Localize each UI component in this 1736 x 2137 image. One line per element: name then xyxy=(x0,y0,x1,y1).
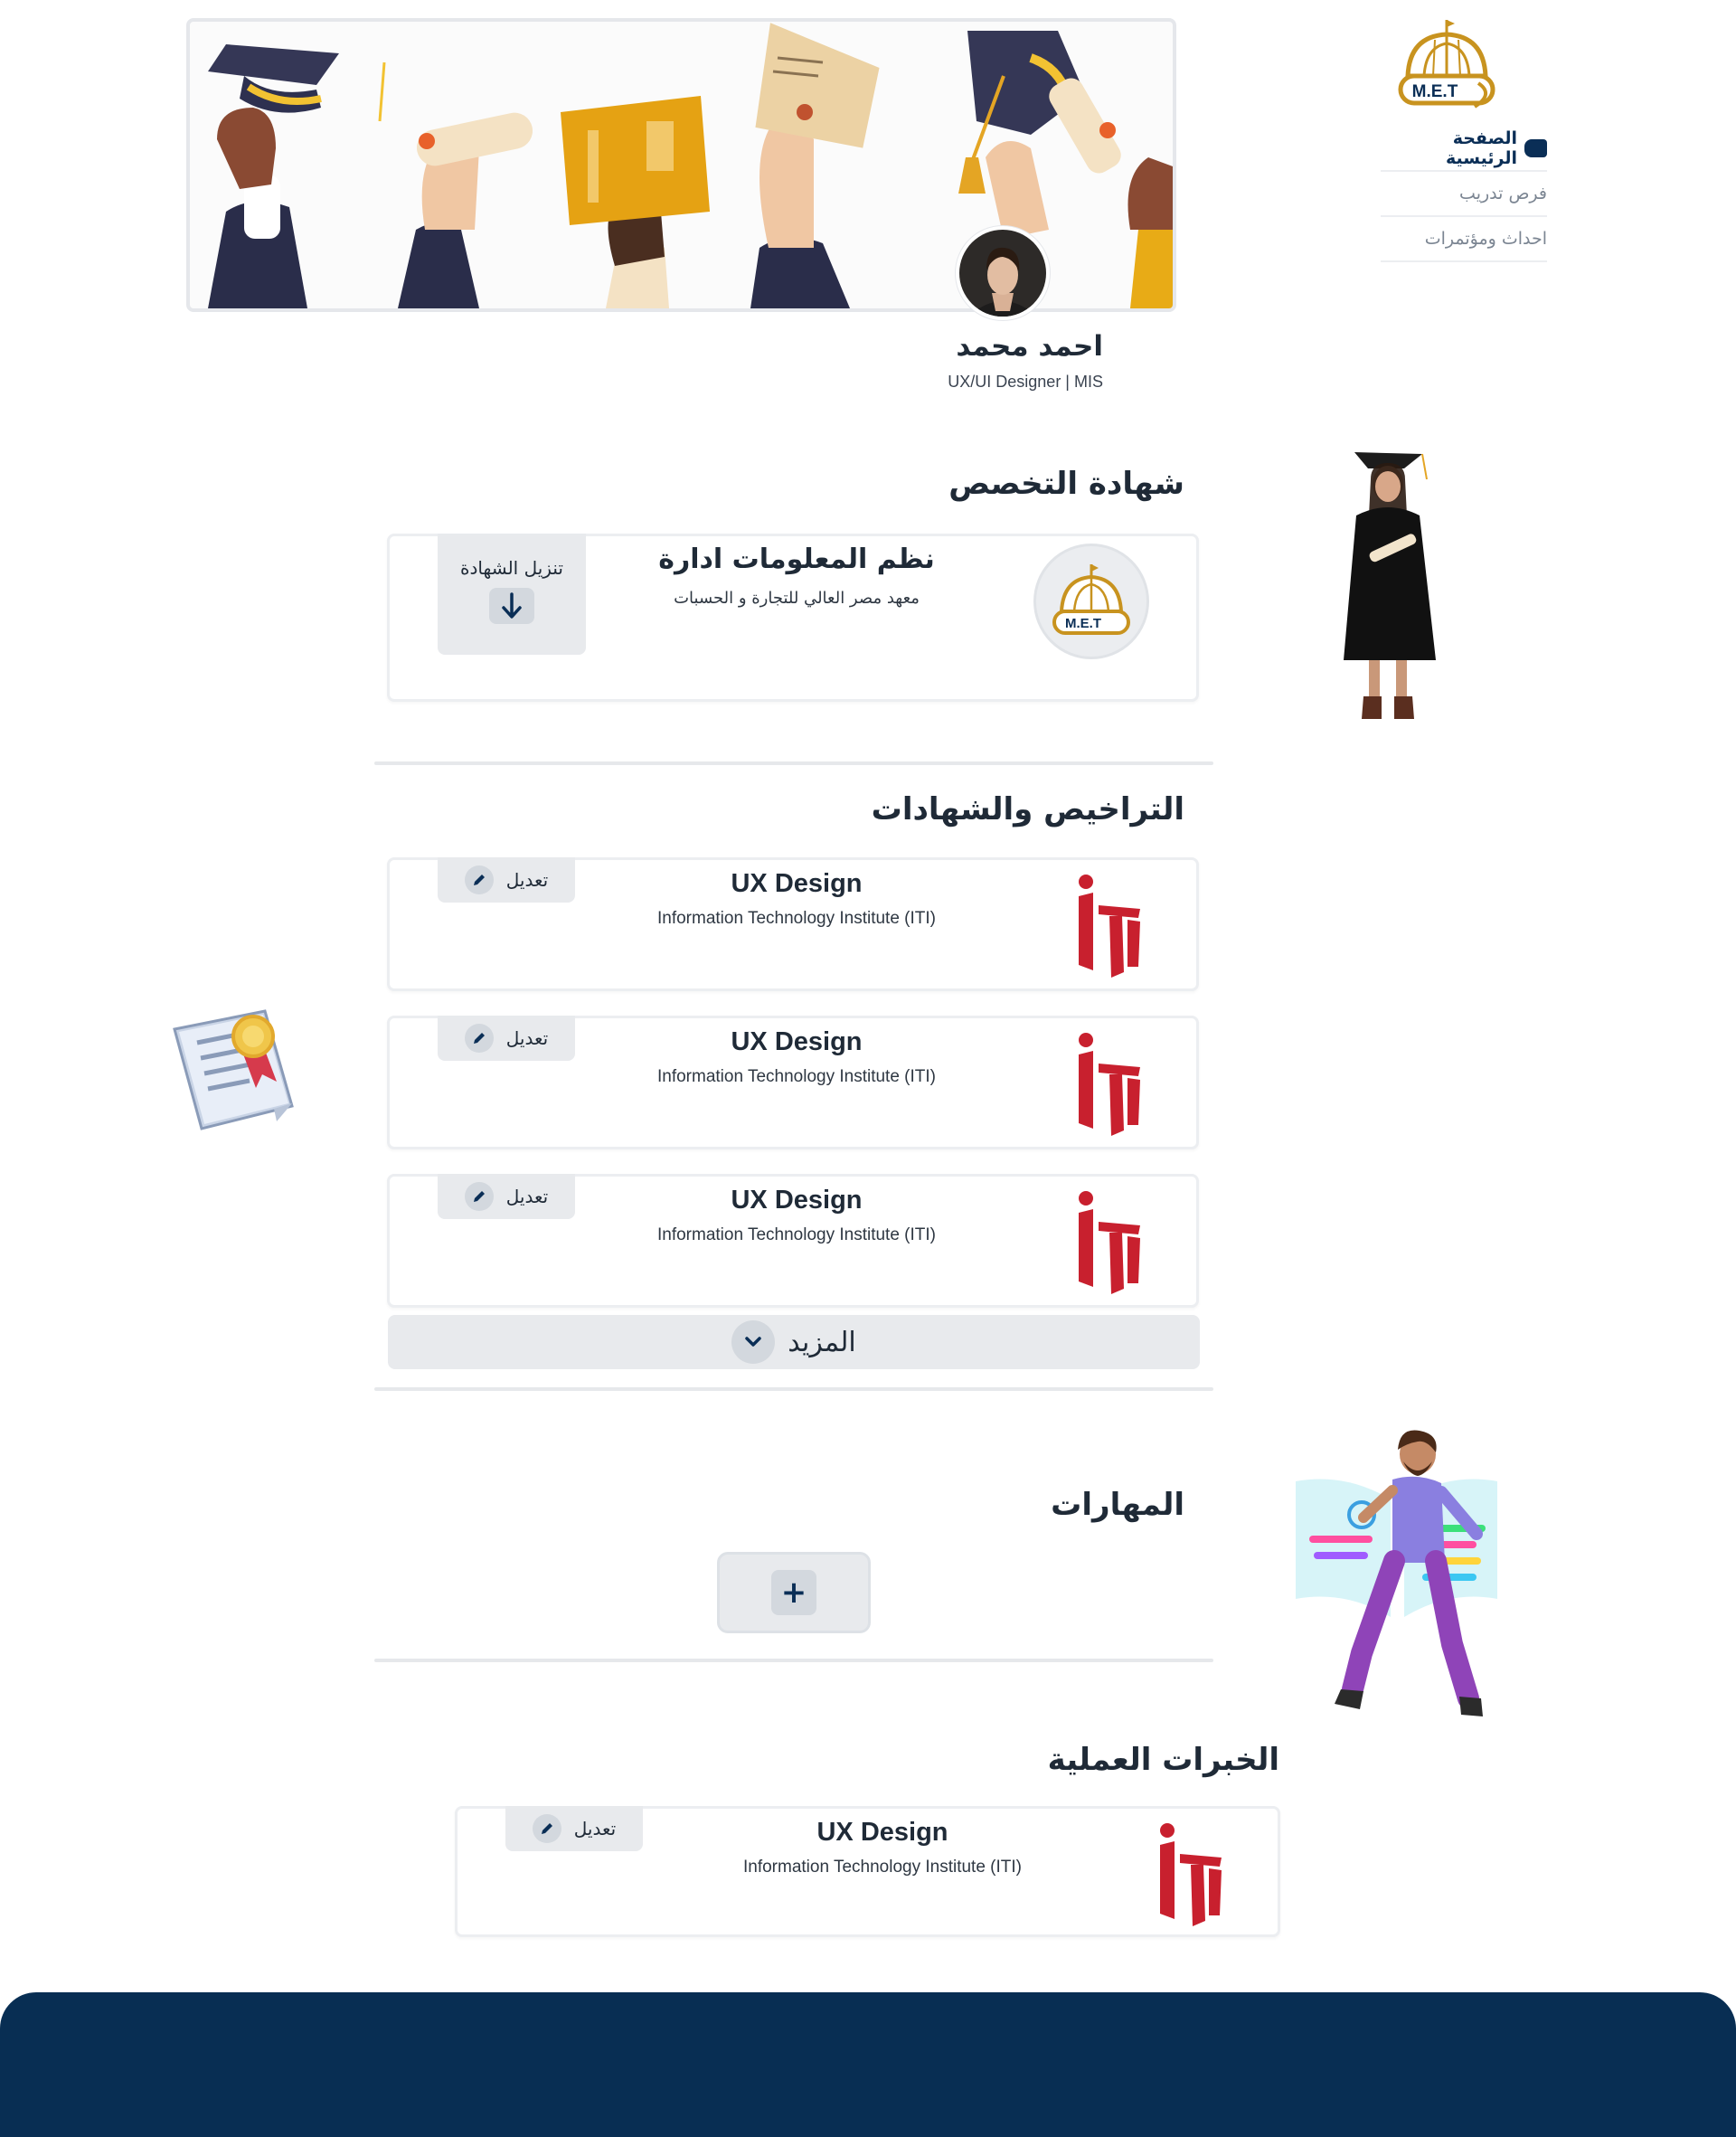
license-title: UX Design xyxy=(731,869,863,898)
plus-icon: + xyxy=(771,1570,816,1615)
edit-label: تعديل xyxy=(573,1818,617,1839)
graduate-illustration xyxy=(1336,443,1449,728)
sidebar-item-label: احداث ومؤتمرات xyxy=(1424,229,1547,249)
edit-label: تعديل xyxy=(505,1027,549,1049)
edit-button[interactable]: تعديل xyxy=(505,1806,643,1851)
download-certificate-button[interactable]: تنزيل الشهادة xyxy=(438,534,586,655)
iti-logo xyxy=(1062,865,1151,979)
pencil-icon xyxy=(532,1814,561,1843)
active-indicator-icon xyxy=(1524,139,1547,157)
license-org: Information Technology Institute (ITI) xyxy=(656,1067,937,1086)
license-org: Information Technology Institute (ITI) xyxy=(656,1225,937,1244)
specialization-card: M.E.T نظم المعلومات ادارة معهد مصر العال… xyxy=(387,534,1199,702)
license-org: Information Technology Institute (ITI) xyxy=(656,909,937,928)
met-logo[interactable]: M.E.T xyxy=(1388,16,1505,116)
license-card: UX Design Information Technology Institu… xyxy=(387,857,1199,991)
institute-logo: M.E.T xyxy=(1033,544,1149,659)
edit-label: تعديل xyxy=(505,869,549,891)
experience-title: الخبرات العملية xyxy=(1047,1742,1279,1778)
show-more-button[interactable]: المزيد xyxy=(388,1315,1200,1369)
sidebar-item-home[interactable]: الصفحة الرئيسية xyxy=(1381,127,1547,172)
experience-card: UX Design Information Technology Institu… xyxy=(455,1806,1280,1937)
iti-logo xyxy=(1144,1814,1232,1928)
certificate-illustration xyxy=(170,1002,310,1147)
edit-button[interactable]: تعديل xyxy=(438,857,575,903)
download-icon xyxy=(489,588,534,624)
institute-name: معهد مصر العالي للتجارة و الحسبات xyxy=(674,589,920,608)
license-title: UX Design xyxy=(731,1186,863,1215)
section-divider xyxy=(374,1387,1213,1391)
experience-title: UX Design xyxy=(816,1818,948,1847)
designer-illustration xyxy=(1291,1427,1499,1735)
licenses-title: التراخيص والشهادات xyxy=(871,791,1184,827)
license-card: UX Design Information Technology Institu… xyxy=(387,1174,1199,1308)
sidebar-item-label: فرص تدريب xyxy=(1459,184,1547,203)
specialization-title: شهادة التخصص xyxy=(948,466,1184,502)
iti-logo xyxy=(1062,1024,1151,1138)
section-divider xyxy=(374,761,1213,765)
pencil-icon xyxy=(464,1024,494,1053)
section-divider xyxy=(374,1659,1213,1662)
profile-role: UX/UI Designer | MIS xyxy=(948,373,1103,391)
iti-logo xyxy=(1062,1182,1151,1296)
footer xyxy=(0,1992,1736,2137)
skills-title: المهارات xyxy=(1051,1487,1184,1523)
license-title: UX Design xyxy=(731,1027,863,1056)
sidebar-nav: الصفحة الرئيسية فرص تدريب احداث ومؤتمرات xyxy=(1381,127,1547,262)
pencil-icon xyxy=(464,865,494,894)
degree-name: نظم المعلومات ادارة xyxy=(658,544,935,575)
edit-label: تعديل xyxy=(505,1186,549,1207)
pencil-icon xyxy=(464,1182,494,1211)
sidebar-item-training[interactable]: فرص تدريب xyxy=(1381,172,1547,217)
svg-text:M.E.T: M.E.T xyxy=(1065,616,1101,631)
sidebar-item-events[interactable]: احداث ومؤتمرات xyxy=(1381,217,1547,262)
avatar[interactable] xyxy=(956,226,1050,320)
chevron-down-icon xyxy=(731,1320,776,1364)
license-card: UX Design Information Technology Institu… xyxy=(387,1016,1199,1149)
experience-org: Information Technology Institute (ITI) xyxy=(742,1858,1023,1877)
edit-button[interactable]: تعديل xyxy=(438,1174,575,1219)
sidebar-item-label: الصفحة الرئيسية xyxy=(1446,128,1517,168)
show-more-label: المزيد xyxy=(788,1326,856,1358)
edit-button[interactable]: تعديل xyxy=(438,1016,575,1061)
profile-name: احمد محمد xyxy=(956,330,1103,363)
download-label: تنزيل الشهادة xyxy=(460,557,563,579)
add-skill-button[interactable]: + xyxy=(717,1552,871,1633)
svg-text:M.E.T: M.E.T xyxy=(1412,82,1458,101)
